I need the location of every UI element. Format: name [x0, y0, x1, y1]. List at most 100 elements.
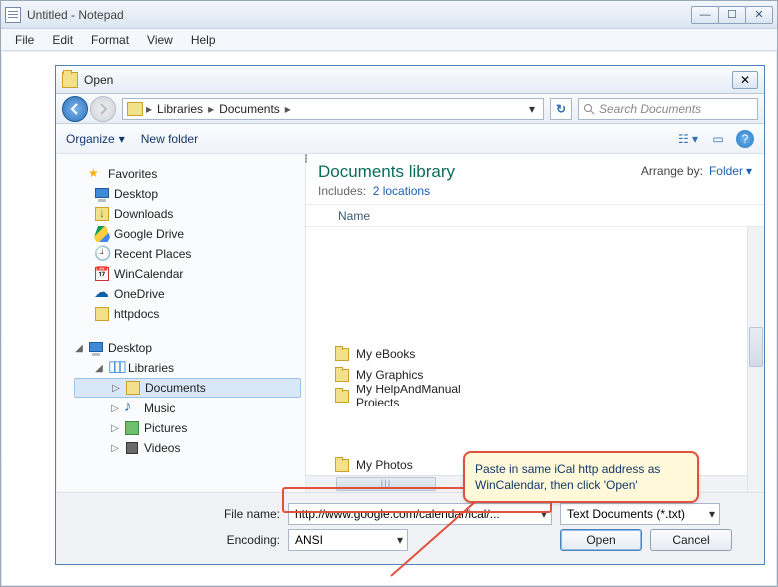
menu-format[interactable]: Format — [83, 31, 137, 49]
chevron-down-icon[interactable]: ▾ — [393, 533, 403, 547]
column-header[interactable]: Name — [306, 205, 764, 227]
chevron-down-icon: ▾ — [119, 132, 125, 146]
tree-libraries[interactable]: Libraries — [128, 361, 174, 375]
maximize-button[interactable]: ☐ — [718, 6, 746, 24]
tree-desktop[interactable]: Desktop — [114, 187, 158, 201]
folder-icon — [334, 367, 350, 383]
filename-input[interactable]: http://www.google.com/calendar/ical/... … — [288, 503, 552, 525]
expand-icon[interactable]: ▷ — [111, 383, 121, 394]
vertical-scrollbar[interactable] — [747, 227, 764, 492]
expand-icon[interactable]: ▷ — [110, 403, 120, 414]
filename-value: http://www.google.com/calendar/ical/... — [295, 507, 537, 521]
menu-edit[interactable]: Edit — [44, 31, 81, 49]
nav-forward-button[interactable] — [90, 96, 116, 122]
encoding-select[interactable]: ANSI ▾ — [288, 529, 408, 551]
tree-wincalendar[interactable]: WinCalendar — [114, 267, 183, 281]
search-placeholder: Search Documents — [599, 102, 701, 116]
tree-downloads[interactable]: Downloads — [114, 207, 173, 221]
col-name[interactable]: Name — [338, 209, 370, 223]
dialog-titlebar[interactable]: Open ✕ — [56, 66, 764, 94]
open-button[interactable]: Open — [560, 529, 642, 551]
help-button[interactable]: ? — [736, 130, 754, 148]
arrange-by-button[interactable]: Folder ▾ — [709, 164, 752, 178]
breadcrumb-documents[interactable]: Documents — [217, 102, 282, 116]
menu-help[interactable]: Help — [183, 31, 224, 49]
star-icon: ★ — [88, 166, 104, 182]
expand-icon[interactable]: ◢ — [94, 363, 104, 374]
view-options-button[interactable]: ☷ ▾ — [676, 129, 700, 149]
notepad-title: Untitled - Notepad — [27, 8, 124, 22]
cancel-button[interactable]: Cancel — [650, 529, 732, 551]
arrow-left-icon — [68, 102, 82, 116]
chevron-down-icon: ▾ — [746, 164, 752, 178]
folder-icon — [334, 346, 350, 362]
expand-icon[interactable]: ▷ — [110, 423, 120, 434]
locations-link[interactable]: 2 locations — [373, 184, 430, 198]
list-item[interactable]: My eBooks — [334, 343, 760, 364]
pictures-icon — [124, 420, 140, 436]
expand-icon[interactable]: ◢ — [74, 343, 84, 354]
google-drive-icon — [94, 226, 110, 242]
notepad-icon — [5, 7, 21, 23]
nav-back-button[interactable] — [62, 96, 88, 122]
chevron-right-icon[interactable]: ▸ — [207, 102, 215, 116]
arrange-by-label: Arrange by: — [641, 164, 703, 178]
annotation-callout: Paste in same iCal http address as WinCa… — [463, 451, 699, 503]
expand-icon[interactable]: ▷ — [110, 443, 120, 454]
filetype-select[interactable]: Text Documents (*.txt) ▾ — [560, 503, 720, 525]
list-item[interactable]: My Graphics — [334, 364, 760, 385]
list-item[interactable]: My HelpAndManual Projects — [334, 385, 504, 406]
tree-recent[interactable]: Recent Places — [114, 247, 191, 261]
preview-pane-button[interactable]: ▭ — [706, 129, 730, 149]
tree-pictures[interactable]: Pictures — [144, 421, 187, 435]
onedrive-icon — [94, 286, 110, 302]
tree-desktop2[interactable]: Desktop — [108, 341, 152, 355]
nav-tree[interactable]: ★ Favorites Desktop Downloads Google Driv… — [56, 154, 306, 492]
search-icon — [583, 103, 595, 115]
notepad-menubar: File Edit Format View Help — [1, 29, 777, 51]
folder-icon — [94, 306, 110, 322]
scrollbar-thumb[interactable]: ||| — [336, 477, 436, 491]
tree-music[interactable]: Music — [144, 401, 175, 415]
tree-documents[interactable]: Documents — [145, 381, 206, 395]
breadcrumb-libraries[interactable]: Libraries — [155, 102, 205, 116]
folder-icon — [334, 457, 350, 473]
library-icon — [127, 102, 143, 116]
wincalendar-icon — [94, 266, 110, 282]
menu-view[interactable]: View — [139, 31, 181, 49]
tree-favorites[interactable]: Favorites — [108, 167, 157, 181]
folder-open-icon — [62, 72, 78, 88]
encoding-label: Encoding: — [70, 533, 280, 547]
notepad-titlebar[interactable]: Untitled - Notepad — ☐ ✕ — [1, 1, 777, 29]
dialog-title: Open — [84, 73, 113, 87]
recent-places-icon — [94, 246, 110, 262]
close-button[interactable]: ✕ — [745, 6, 773, 24]
scrollbar-thumb[interactable] — [749, 327, 763, 367]
tree-videos[interactable]: Videos — [144, 441, 180, 455]
documents-icon — [125, 380, 141, 396]
breadcrumb[interactable]: ▸ Libraries ▸ Documents ▸ ▾ — [122, 98, 544, 120]
chevron-down-icon[interactable]: ▾ — [537, 507, 547, 521]
breadcrumb-dropdown[interactable]: ▾ — [525, 102, 539, 116]
chevron-right-icon[interactable]: ▸ — [284, 102, 292, 116]
dialog-toolbar: Organize ▾ New folder ☷ ▾ ▭ ? — [56, 124, 764, 154]
organize-button[interactable]: Organize ▾ — [66, 132, 125, 146]
chevron-down-icon[interactable]: ▾ — [705, 507, 715, 521]
refresh-button[interactable]: ↻ — [550, 98, 572, 120]
folder-icon — [334, 388, 350, 404]
tree-onedrive[interactable]: OneDrive — [114, 287, 165, 301]
menu-file[interactable]: File — [7, 31, 42, 49]
tree-httpdocs[interactable]: httpdocs — [114, 307, 159, 321]
filename-label: File name: — [70, 507, 280, 521]
chevron-right-icon[interactable]: ▸ — [145, 102, 153, 116]
file-list-pane: ▪▪▪ Documents library Includes: 2 locati… — [306, 154, 764, 492]
minimize-button[interactable]: — — [691, 6, 719, 24]
downloads-icon — [94, 206, 110, 222]
dialog-close-button[interactable]: ✕ — [732, 71, 758, 89]
nav-bar: ▸ Libraries ▸ Documents ▸ ▾ ↻ Search Doc… — [56, 94, 764, 124]
new-folder-button[interactable]: New folder — [141, 132, 198, 146]
libraries-icon — [108, 360, 124, 376]
search-input[interactable]: Search Documents — [578, 98, 758, 120]
tree-googledrive[interactable]: Google Drive — [114, 227, 184, 241]
videos-icon — [124, 440, 140, 456]
